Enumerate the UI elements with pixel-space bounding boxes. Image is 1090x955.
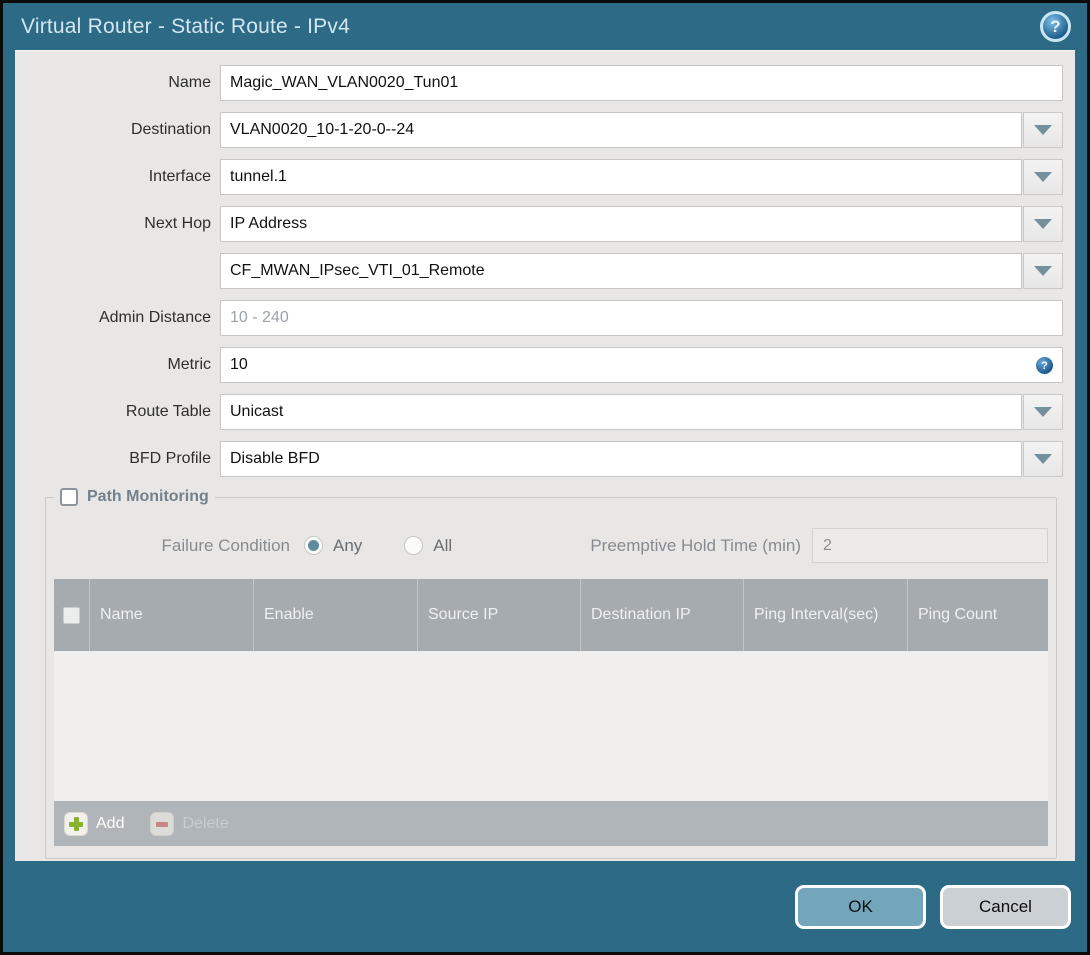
form-row-admin-distance: Admin Distance	[27, 300, 1063, 336]
chevron-down-icon	[1034, 172, 1052, 182]
path-monitoring-table: Name Enable Source IP Destination IP Pin…	[54, 579, 1048, 846]
interface-dropdown-button[interactable]	[1023, 159, 1063, 195]
select-all-checkbox[interactable]	[63, 606, 80, 624]
column-header-enable[interactable]: Enable	[254, 579, 418, 651]
interface-input[interactable]	[220, 159, 1022, 195]
failure-condition-row: Failure Condition Any All Preemptive Hol…	[54, 528, 1048, 563]
column-header-ping-count[interactable]: Ping Count	[908, 579, 1048, 651]
route-table-label: Route Table	[125, 403, 211, 420]
form-row-next-hop: Next Hop	[27, 206, 1063, 242]
add-button[interactable]: Add	[64, 811, 125, 836]
form-row-name: Name	[27, 65, 1063, 101]
path-monitoring-label: Path Monitoring	[87, 488, 209, 505]
form-row-metric: Metric ?	[27, 347, 1063, 383]
form-row-interface: Interface	[27, 159, 1063, 195]
minus-icon	[150, 811, 175, 836]
form-row-destination: Destination	[27, 112, 1063, 148]
plus-icon	[64, 811, 88, 836]
failure-condition-radio-any[interactable]	[304, 536, 323, 555]
failure-condition-radio-group: Any All	[304, 536, 484, 556]
interface-label: Interface	[148, 168, 211, 185]
failure-condition-any-label: Any	[333, 535, 363, 555]
next-hop-address-input[interactable]	[220, 253, 1022, 289]
failure-condition-all-label: All	[433, 535, 453, 555]
table-header-row: Name Enable Source IP Destination IP Pin…	[54, 579, 1048, 651]
chevron-down-icon	[1034, 266, 1052, 276]
failure-condition-label: Failure Condition	[161, 535, 290, 555]
bfd-profile-label: BFD Profile	[129, 450, 211, 467]
route-table-input[interactable]	[220, 394, 1022, 430]
admin-distance-label: Admin Distance	[98, 309, 211, 326]
name-input[interactable]	[220, 65, 1063, 101]
admin-distance-input[interactable]	[220, 300, 1063, 336]
column-header-destination-ip[interactable]: Destination IP	[581, 579, 744, 651]
ok-button[interactable]: OK	[795, 884, 926, 929]
preemptive-hold-time-input[interactable]	[812, 528, 1048, 563]
name-label: Name	[168, 74, 211, 91]
destination-dropdown-button[interactable]	[1023, 112, 1063, 148]
add-button-label: Add	[96, 814, 125, 832]
chevron-down-icon	[1034, 454, 1052, 464]
help-icon[interactable]: ?	[1040, 11, 1071, 42]
preemptive-hold-time-label: Preemptive Hold Time (min)	[590, 535, 801, 555]
route-table-dropdown-button[interactable]	[1023, 394, 1063, 430]
bfd-profile-dropdown-button[interactable]	[1023, 441, 1063, 477]
bfd-profile-input[interactable]	[220, 441, 1022, 477]
chevron-down-icon	[1034, 407, 1052, 417]
next-hop-type-input[interactable]	[220, 206, 1022, 242]
form-row-bfd-profile: BFD Profile	[27, 441, 1063, 477]
dialog-footer: OK Cancel	[3, 861, 1087, 952]
column-header-source-ip[interactable]: Source IP	[418, 579, 581, 651]
destination-label: Destination	[130, 121, 211, 138]
column-header-ping-interval[interactable]: Ping Interval(sec)	[744, 579, 908, 651]
info-icon[interactable]: ?	[1036, 357, 1053, 374]
chevron-down-icon	[1034, 125, 1052, 135]
next-hop-label: Next Hop	[144, 215, 211, 232]
delete-button[interactable]: Delete	[150, 811, 229, 836]
metric-label: Metric	[167, 356, 211, 373]
next-hop-type-dropdown-button[interactable]	[1023, 206, 1063, 242]
path-monitoring-legend: Path Monitoring	[54, 488, 215, 506]
column-header-name[interactable]: Name	[90, 579, 254, 651]
form-row-route-table: Route Table	[27, 394, 1063, 430]
table-header-checkbox-cell	[54, 579, 90, 651]
chevron-down-icon	[1034, 219, 1052, 229]
metric-input[interactable]	[220, 347, 1063, 383]
path-monitoring-checkbox[interactable]	[60, 488, 78, 506]
next-hop-address-dropdown-button[interactable]	[1023, 253, 1063, 289]
form-row-next-hop-address	[27, 253, 1063, 289]
failure-condition-radio-all[interactable]	[404, 536, 424, 555]
delete-button-label: Delete	[182, 814, 229, 832]
dialog-titlebar: Virtual Router - Static Route - IPv4 ?	[3, 3, 1087, 50]
cancel-button[interactable]: Cancel	[940, 884, 1071, 929]
dialog-title: Virtual Router - Static Route - IPv4	[21, 14, 350, 38]
destination-input[interactable]	[220, 112, 1022, 148]
static-route-dialog: Virtual Router - Static Route - IPv4 ? N…	[0, 0, 1090, 955]
table-body-empty	[54, 651, 1048, 801]
dialog-body: Name Destination Interface	[15, 50, 1075, 861]
table-toolbar: Add Delete	[54, 801, 1048, 846]
path-monitoring-section: Path Monitoring Failure Condition Any Al…	[45, 488, 1057, 859]
